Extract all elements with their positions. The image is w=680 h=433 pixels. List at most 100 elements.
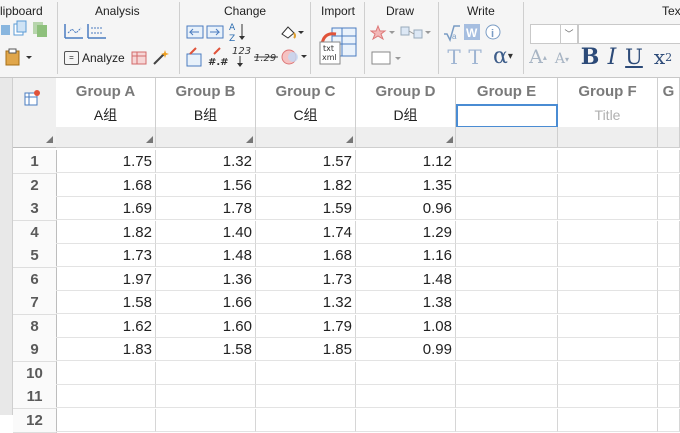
column-header[interactable]: Group E <box>456 78 558 105</box>
table-cell[interactable]: 1.68 <box>256 244 356 267</box>
bold-button[interactable]: B <box>580 44 600 70</box>
column-subtitle-cell[interactable]: Title <box>558 104 658 128</box>
table-cell[interactable]: 1.59 <box>256 197 356 220</box>
word-object-icon[interactable]: W <box>463 22 481 42</box>
row-number[interactable]: 5 <box>13 244 57 268</box>
table-cell[interactable]: 1.32 <box>256 291 356 314</box>
table-cell[interactable]: 1.68 <box>56 174 156 197</box>
table-cell[interactable] <box>658 268 680 291</box>
table-cell[interactable]: 1.12 <box>356 150 456 173</box>
underline-button[interactable]: U <box>624 44 644 70</box>
draw-connector-icon[interactable] <box>400 24 432 40</box>
table-cell[interactable]: 1.58 <box>56 291 156 314</box>
table-cell[interactable]: 1.38 <box>356 291 456 314</box>
table-cell[interactable] <box>558 338 658 361</box>
text-insert-icon[interactable]: T <box>443 45 465 69</box>
table-cell[interactable] <box>356 362 456 385</box>
table-cell[interactable] <box>156 385 256 408</box>
info-icon[interactable]: i <box>484 22 502 42</box>
paste-icon[interactable] <box>0 48 38 66</box>
column-subtitle-cell[interactable]: C组 <box>256 104 356 128</box>
table-cell[interactable] <box>558 244 658 267</box>
table-cell[interactable]: 1.16 <box>356 244 456 267</box>
table-cell[interactable]: 1.83 <box>56 338 156 361</box>
table-cell[interactable] <box>456 221 558 244</box>
table-cell[interactable] <box>156 409 256 432</box>
table-cell[interactable]: 1.08 <box>356 315 456 338</box>
table-cell[interactable]: 1.78 <box>156 197 256 220</box>
table-cell[interactable] <box>558 291 658 314</box>
table-cell[interactable] <box>658 362 680 385</box>
table-cell[interactable]: 1.32 <box>156 150 256 173</box>
table-cell[interactable] <box>456 338 558 361</box>
table-cell[interactable] <box>456 197 558 220</box>
row-number[interactable]: 6 <box>13 268 57 292</box>
table-cell[interactable]: 0.96 <box>356 197 456 220</box>
row-number[interactable]: 10 <box>13 362 57 386</box>
row-number[interactable]: 8 <box>13 315 57 339</box>
column-subtitle-cell[interactable]: B组 <box>156 104 256 128</box>
table-cell[interactable] <box>558 385 658 408</box>
swap-right-icon[interactable] <box>206 24 226 40</box>
number-format-icon[interactable]: 123 <box>232 44 254 68</box>
table-cell[interactable] <box>558 174 658 197</box>
column-header[interactable]: Group F <box>558 78 658 105</box>
analyze-button[interactable]: = Analyze <box>64 49 125 67</box>
table-cell[interactable] <box>456 291 558 314</box>
table-cell[interactable] <box>658 197 680 220</box>
copy-icon[interactable] <box>13 20 27 38</box>
column-header[interactable]: Group C <box>256 78 356 105</box>
sort-icon[interactable]: AZ <box>228 21 252 43</box>
table-cell[interactable]: 1.82 <box>56 221 156 244</box>
table-cell[interactable]: 1.48 <box>156 244 256 267</box>
table-icon[interactable] <box>130 50 148 66</box>
table-cell[interactable] <box>156 362 256 385</box>
table-cell[interactable] <box>56 409 156 432</box>
cut-icon[interactable] <box>0 22 14 38</box>
table-cell[interactable]: 1.66 <box>156 291 256 314</box>
table-cell[interactable] <box>658 385 680 408</box>
table-cell[interactable]: 1.79 <box>256 315 356 338</box>
paste-special-icon[interactable] <box>31 20 49 38</box>
column-subtitle-cell[interactable] <box>456 104 558 128</box>
table-format-icon[interactable] <box>24 90 40 106</box>
italic-button[interactable]: I <box>603 44 621 70</box>
table-cell[interactable]: 1.48 <box>356 268 456 291</box>
table-cell[interactable]: 1.40 <box>156 221 256 244</box>
table-cell[interactable] <box>256 385 356 408</box>
font-size-select[interactable]: ﹀ <box>530 24 578 44</box>
table-cell[interactable]: 1.69 <box>56 197 156 220</box>
table-cell[interactable] <box>56 362 156 385</box>
subcolumn-resize-icon[interactable] <box>446 136 453 143</box>
row-number[interactable]: 7 <box>13 291 57 315</box>
table-cell[interactable] <box>456 174 558 197</box>
greek-symbol-button[interactable]: α ▾ <box>486 44 520 69</box>
table-cell[interactable]: 1.29 <box>356 221 456 244</box>
row-number[interactable]: 9 <box>13 338 57 362</box>
table-cell[interactable]: 1.62 <box>56 315 156 338</box>
round-format-icon[interactable]: 1.29 <box>254 48 280 66</box>
table-cell[interactable] <box>256 362 356 385</box>
import-file-icon[interactable]: txt xml <box>318 24 358 68</box>
table-cell[interactable] <box>456 362 558 385</box>
row-number[interactable]: 11 <box>13 385 57 409</box>
row-number[interactable]: 12 <box>13 409 57 433</box>
row-number[interactable]: 3 <box>13 197 57 221</box>
decimal-format-icon[interactable]: #.# <box>208 46 232 68</box>
fill-color-icon[interactable] <box>278 24 304 40</box>
table-cell[interactable] <box>558 409 658 432</box>
table-cell[interactable]: 1.82 <box>256 174 356 197</box>
table-cell[interactable] <box>456 315 558 338</box>
table-cell[interactable]: 1.75 <box>56 150 156 173</box>
column-header[interactable]: Group A <box>56 78 156 105</box>
table-cell[interactable]: 0.99 <box>356 338 456 361</box>
superscript-button[interactable]: x2 <box>648 44 678 70</box>
table-cell[interactable]: 1.57 <box>256 150 356 173</box>
table-cell[interactable] <box>56 385 156 408</box>
subcolumn-resize-icon[interactable] <box>246 136 253 143</box>
color-wheel-icon[interactable] <box>280 48 308 66</box>
column-header[interactable]: G <box>658 78 680 105</box>
table-cell[interactable] <box>558 197 658 220</box>
table-cell[interactable]: 1.58 <box>156 338 256 361</box>
table-cell[interactable] <box>456 268 558 291</box>
